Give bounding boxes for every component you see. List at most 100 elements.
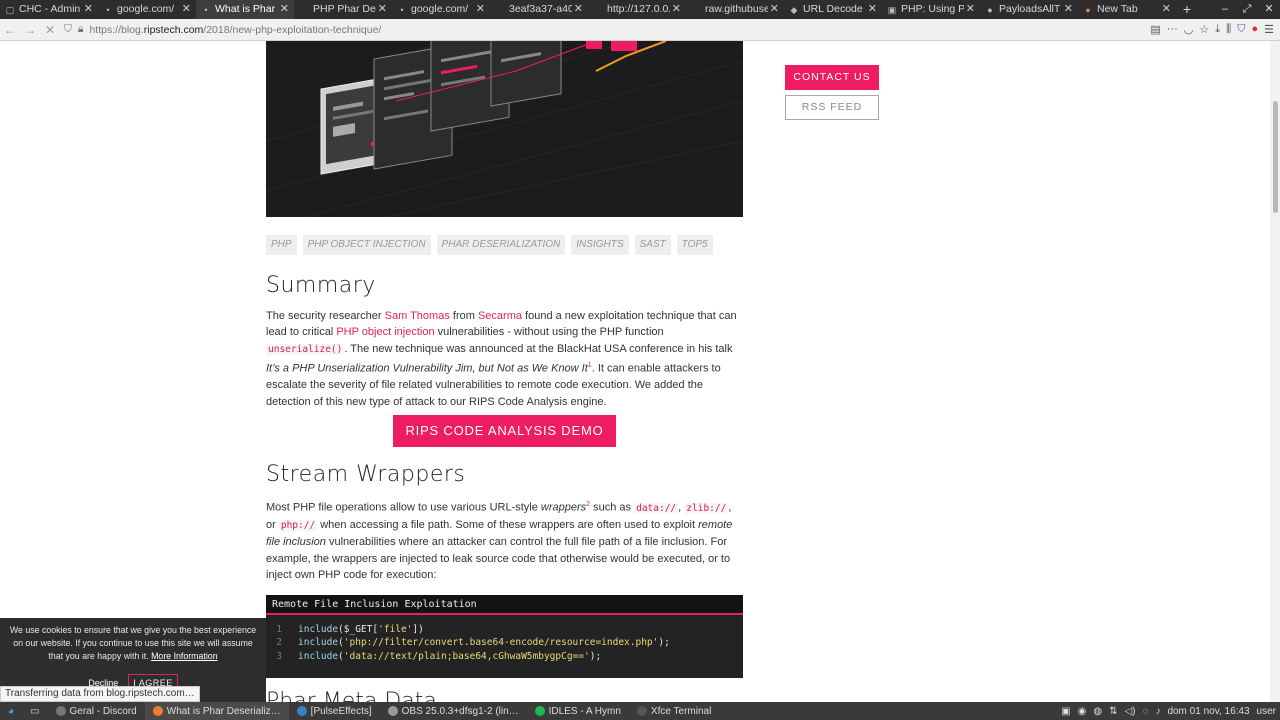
forward-icon[interactable]: →: [20, 23, 40, 37]
new-tab-button[interactable]: +: [1176, 0, 1198, 19]
code-line: 2 include('php://filter/convert.base64-en…: [276, 637, 670, 649]
code-line: 3 include('data://text/plain;base64,cGhwa…: [276, 650, 602, 662]
download-icon[interactable]: ⤓: [1215, 23, 1220, 36]
firefox-icon: [152, 706, 163, 716]
close-icon[interactable]: ✕: [1162, 0, 1171, 19]
pulseeffects-icon: [296, 706, 307, 716]
tab[interactable]: ● New Tab ✕: [1078, 0, 1176, 19]
code-block-title: Remote File Inclusion Exploitation: [266, 595, 743, 615]
tab[interactable]: ▢CHC - Admin Pa✕: [0, 0, 98, 19]
close-window-icon[interactable]: ✕: [1258, 0, 1280, 19]
tag-php[interactable]: PHP: [266, 235, 297, 255]
tab-bar: ▢CHC - Admin Pa✕ •google.com/✕ •What is …: [0, 0, 1280, 19]
tab[interactable]: PHP Phar Deser✕: [294, 0, 392, 19]
discord-icon: [55, 706, 66, 716]
page-scrollbar[interactable]: [1270, 41, 1280, 702]
tab[interactable]: • google.com/✕: [98, 0, 196, 19]
stop-icon[interactable]: ✕: [40, 23, 60, 37]
tag-phar-deserialization[interactable]: PHAR DESERIALIZATION: [436, 235, 566, 255]
extension-icon[interactable]: ●: [1251, 23, 1258, 36]
code-block: Remote File Inclusion Exploitation 1 incl…: [266, 595, 743, 678]
tab[interactable]: raw.githubusercon✕: [686, 0, 784, 19]
close-icon[interactable]: ✕: [672, 0, 681, 19]
username[interactable]: user: [1257, 706, 1276, 717]
close-icon[interactable]: ✕: [378, 0, 387, 19]
clock[interactable]: dom 01 nov, 16:43: [1167, 706, 1249, 717]
hero-image: [266, 41, 743, 217]
toolbar-icons: ▤ ··· ◡ ☆ ⤓ ⫼ ⛉ ● ☰: [1150, 23, 1274, 36]
window-controls: – ⤢ ✕: [1214, 0, 1280, 19]
close-icon[interactable]: ✕: [574, 0, 583, 19]
app-menu-icon[interactable]: ◕: [0, 702, 22, 720]
secarma-link[interactable]: Secarma: [478, 310, 522, 322]
discord-tray-icon[interactable]: ◍: [1093, 706, 1102, 717]
tag-sast[interactable]: SAST: [634, 235, 671, 255]
tab[interactable]: • google.com/✕: [392, 0, 490, 19]
rips-demo-button[interactable]: RIPS CODE ANALYSIS DEMO: [393, 415, 616, 447]
steam-icon[interactable]: ◉: [1078, 706, 1087, 717]
terminal-icon: [636, 706, 647, 716]
php-object-injection-link[interactable]: PHP object injection: [336, 326, 434, 338]
scrollbar-thumb[interactable]: [1273, 101, 1278, 213]
summary-paragraph: The security researcher Sam Thomas from …: [266, 310, 737, 408]
summary-heading: Summary: [266, 273, 376, 298]
close-icon[interactable]: ✕: [770, 0, 779, 19]
close-icon[interactable]: ✕: [280, 0, 289, 19]
tab-active[interactable]: • What is Phar ✕: [196, 0, 294, 19]
menu-dots-icon[interactable]: ···: [1167, 23, 1178, 36]
talk-title: It’s a PHP Unserialization Vulnerability…: [266, 362, 588, 375]
close-icon[interactable]: ✕: [84, 0, 93, 19]
reader-icon[interactable]: ▤: [1150, 23, 1160, 36]
page-icon: [593, 5, 603, 15]
maximize-icon[interactable]: ⤢: [1236, 0, 1258, 19]
volume-icon[interactable]: ◁): [1124, 706, 1135, 717]
taskbar-item[interactable]: IDLES - A Hymn: [527, 702, 629, 720]
tag-top5[interactable]: TOP5: [676, 235, 713, 255]
more-information-link[interactable]: More Information: [151, 651, 218, 661]
github-icon: ●: [987, 4, 993, 15]
tab[interactable]: ◆ URL Decode ✕: [784, 0, 882, 19]
taskbar-item[interactable]: Xfce Terminal: [629, 702, 719, 720]
show-desktop-icon[interactable]: ▭: [22, 702, 47, 720]
close-icon[interactable]: ✕: [966, 0, 975, 19]
close-icon[interactable]: ✕: [1064, 0, 1073, 19]
tab[interactable]: ● PayloadsAllT ✕: [980, 0, 1078, 19]
obs-icon: [387, 706, 398, 716]
extension-icon[interactable]: ⛉: [1237, 23, 1245, 36]
taskbar-item[interactable]: [PulseEffects]: [289, 702, 380, 720]
status-bar: Transferring data from blog.ripstech.com…: [0, 686, 200, 702]
pocket-icon[interactable]: ◡: [1184, 23, 1194, 36]
hamburger-menu-icon[interactable]: ☰: [1264, 23, 1274, 36]
page-icon: ▢: [5, 4, 15, 15]
tab[interactable]: ▣ PHP: Using P ✕: [882, 0, 980, 19]
minimize-icon[interactable]: –: [1214, 0, 1236, 19]
code-lines: 1 include ($_GET['file']) 2 include('php://…: [266, 615, 743, 663]
close-icon[interactable]: ✕: [868, 0, 877, 19]
library-icon[interactable]: ⫼: [1226, 23, 1231, 36]
close-icon[interactable]: ✕: [476, 0, 485, 19]
window-icon[interactable]: ▣: [1061, 706, 1070, 717]
back-icon[interactable]: ←: [0, 23, 20, 37]
update-icon[interactable]: ◌: [1142, 706, 1148, 717]
tag-insights[interactable]: INSIGHTS: [571, 235, 629, 255]
tab[interactable]: http://127.0.0.1✕: [588, 0, 686, 19]
rss-feed-button[interactable]: RSS FEED: [785, 95, 879, 120]
page-content: CONTACT US RSS FEED PHP PHP OBJECT INJEC…: [0, 41, 1280, 702]
sam-thomas-link[interactable]: Sam Thomas: [385, 310, 450, 322]
page-icon: ◆: [790, 4, 798, 15]
lock-icon: 🔒︎: [77, 23, 84, 35]
tab[interactable]: 3eaf3a37-a407✕: [490, 0, 588, 19]
taskbar-item[interactable]: What is Phar Deserializ…: [144, 702, 289, 720]
tag-php-object-injection[interactable]: PHP OBJECT INJECTION: [302, 235, 431, 255]
page-icon: [299, 5, 309, 15]
contact-us-button[interactable]: CONTACT US: [785, 65, 879, 90]
page-icon: •: [204, 4, 208, 15]
network-icon[interactable]: ⇅: [1109, 706, 1117, 717]
bookmark-star-icon[interactable]: ☆: [1199, 23, 1209, 36]
taskbar-item[interactable]: Geral - Discord: [48, 702, 145, 720]
close-icon[interactable]: ✕: [182, 0, 191, 19]
address-bar[interactable]: ⛉ 🔒︎ https://blog.ripstech.com/2018/new-…: [64, 21, 1150, 39]
notification-icon[interactable]: ♪: [1155, 706, 1160, 717]
taskbar-item[interactable]: OBS 25.0.3+dfsg1-2 (lin…: [380, 702, 527, 720]
phar-meta-data-heading: Phar Meta Data: [266, 689, 437, 702]
